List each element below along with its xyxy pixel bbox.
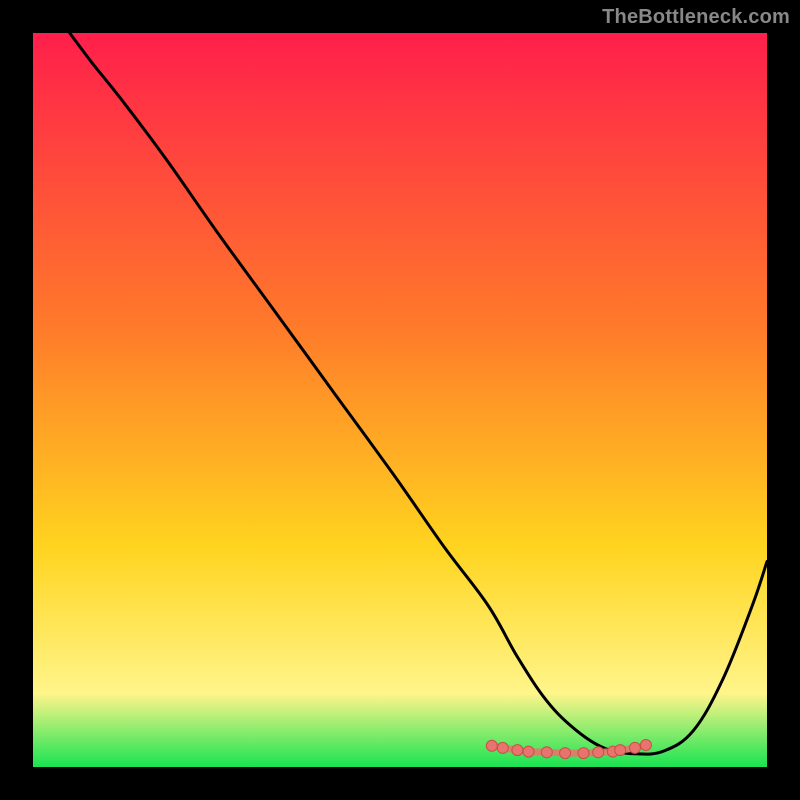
gradient-curve-chart xyxy=(0,0,800,800)
basin-marker xyxy=(541,747,552,758)
basin-marker xyxy=(615,745,626,756)
basin-marker xyxy=(640,740,651,751)
basin-marker xyxy=(512,745,523,756)
basin-marker xyxy=(560,748,571,759)
chart-frame: TheBottleneck.com xyxy=(0,0,800,800)
basin-marker xyxy=(578,748,589,759)
basin-marker xyxy=(486,740,497,751)
basin-marker xyxy=(593,747,604,758)
plot-background xyxy=(33,33,767,767)
basin-marker xyxy=(497,742,508,753)
basin-marker xyxy=(523,746,534,757)
basin-marker xyxy=(629,742,640,753)
